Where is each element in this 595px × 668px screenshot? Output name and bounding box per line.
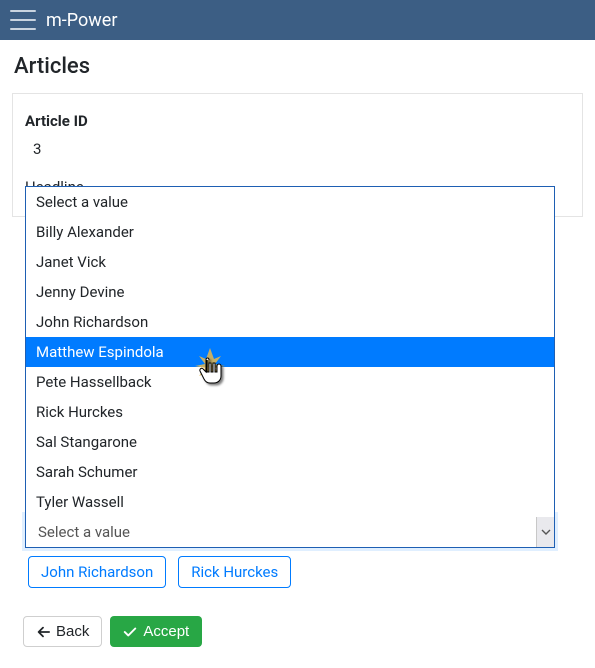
- token[interactable]: Rick Hurckes: [178, 556, 291, 588]
- accept-label: Accept: [143, 623, 189, 640]
- dropdown-option[interactable]: Sarah Schumer: [26, 457, 554, 487]
- form-card: Article ID 3 Headline Select a value Bil…: [12, 93, 583, 217]
- menu-icon[interactable]: [10, 10, 36, 30]
- dropdown-option[interactable]: John Richardson: [26, 307, 554, 337]
- author-dropdown-list: Select a value Billy Alexander Janet Vic…: [25, 186, 555, 517]
- check-icon: [123, 625, 137, 639]
- arrow-left-icon: [36, 625, 50, 639]
- dropdown-option[interactable]: Pete Hassellback: [26, 367, 554, 397]
- dropdown-option[interactable]: Sal Stangarone: [26, 427, 554, 457]
- brand: m-Power: [46, 10, 117, 31]
- article-id-value: 3: [33, 140, 570, 158]
- chevron-down-icon[interactable]: [536, 516, 554, 547]
- back-button[interactable]: Back: [23, 616, 102, 647]
- dropdown-option[interactable]: Tyler Wassell: [26, 487, 554, 517]
- accept-button[interactable]: Accept: [110, 616, 202, 647]
- author-select-display: Select a value: [26, 516, 536, 547]
- dropdown-option[interactable]: Select a value: [26, 187, 554, 217]
- navbar: m-Power: [0, 0, 595, 40]
- dropdown-option[interactable]: Rick Hurckes: [26, 397, 554, 427]
- dropdown-option-highlighted[interactable]: Matthew Espindola: [26, 337, 554, 367]
- article-id-label: Article ID: [25, 112, 570, 130]
- dropdown-option[interactable]: Janet Vick: [26, 247, 554, 277]
- back-label: Back: [56, 623, 89, 640]
- dropdown-option[interactable]: Billy Alexander: [26, 217, 554, 247]
- page: Articles Article ID 3 Headline Select a …: [0, 40, 595, 237]
- author-select[interactable]: Select a value: [25, 515, 555, 548]
- selected-tokens: John Richardson Rick Hurckes: [28, 556, 291, 588]
- token[interactable]: John Richardson: [28, 556, 166, 588]
- dropdown-option[interactable]: Jenny Devine: [26, 277, 554, 307]
- form-actions: Back Accept: [23, 616, 202, 647]
- page-title: Articles: [14, 54, 583, 79]
